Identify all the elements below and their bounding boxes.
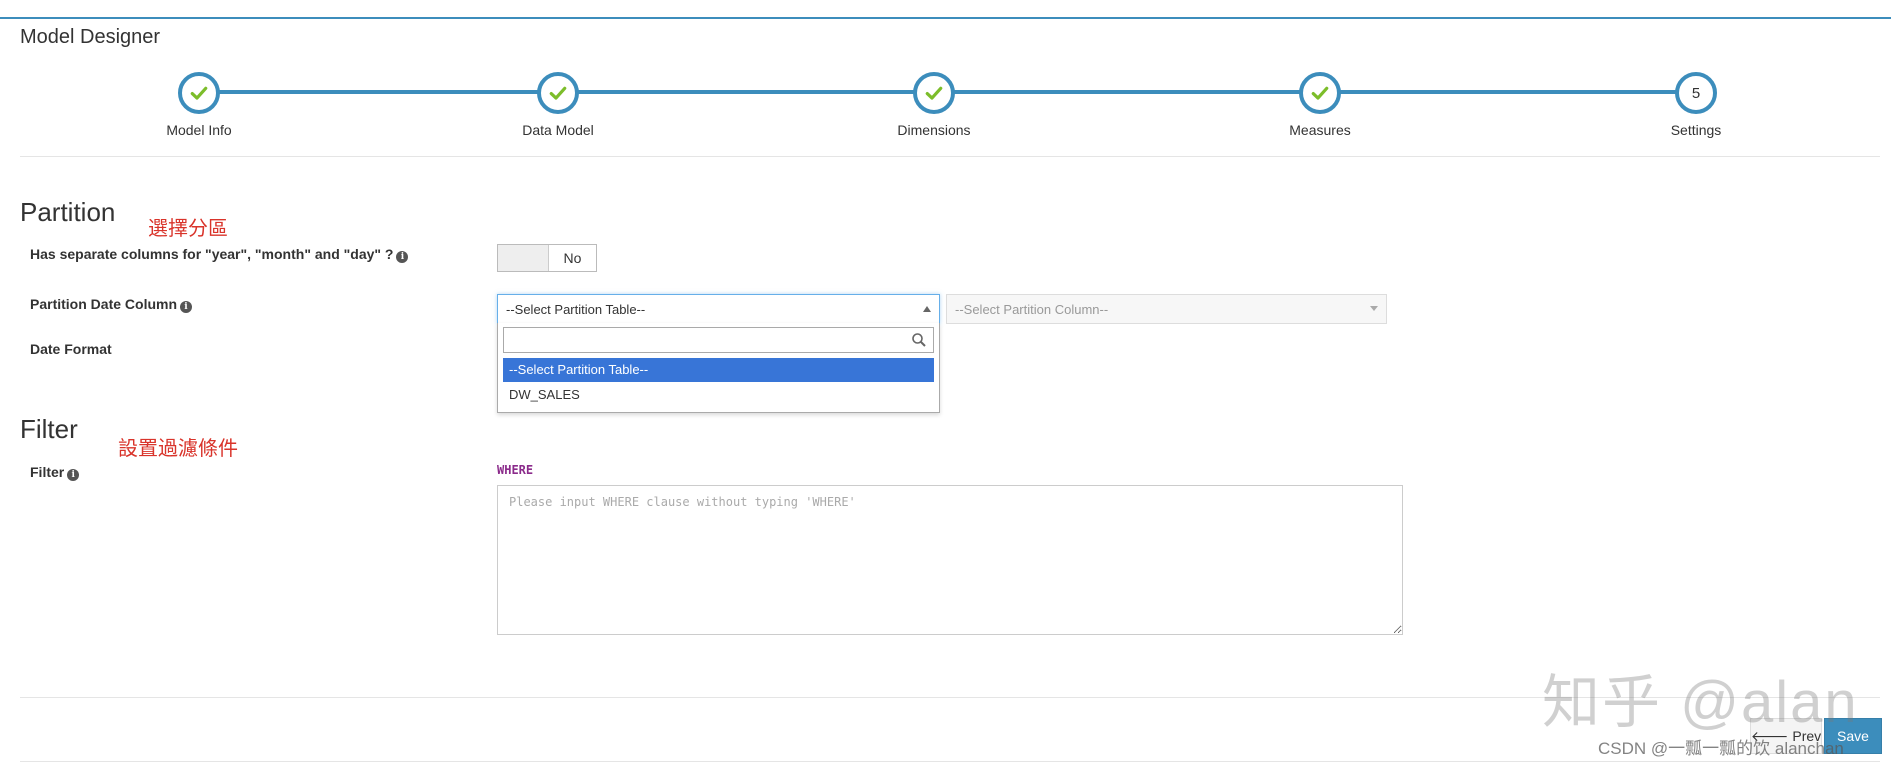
bottom-border	[20, 761, 1880, 762]
step-label: Dimensions	[897, 122, 971, 138]
filter-annotation: 設置過濾條件	[118, 438, 238, 460]
step-number: 5	[1691, 84, 1701, 102]
separate-columns-label-text: Has separate columns for "year", "month"…	[30, 246, 394, 262]
wizard-step-dimensions[interactable]: Dimensions	[834, 72, 1034, 138]
search-icon	[912, 333, 926, 347]
caret-up-icon	[923, 306, 931, 312]
partition-section-title: Partition	[20, 197, 116, 227]
filter-label: Filter i	[30, 464, 80, 481]
filter-label-text: Filter	[30, 464, 65, 480]
check-icon	[549, 86, 567, 100]
step-label: Data Model	[522, 122, 594, 138]
info-icon: i	[396, 251, 409, 263]
step-done-circle	[1299, 72, 1341, 114]
wizard-step-model-info[interactable]: Model Info	[99, 72, 299, 138]
check-icon	[1311, 86, 1329, 100]
partition-table-select-value: --Select Partition Table--	[506, 301, 646, 317]
partition-table-select[interactable]: --Select Partition Table--	[497, 294, 940, 324]
separate-columns-label: Has separate columns for "year", "month"…	[30, 246, 409, 263]
step-done-circle	[537, 72, 579, 114]
partition-column-select[interactable]: --Select Partition Column--	[946, 294, 1387, 324]
where-keyword: WHERE	[497, 463, 534, 477]
step-label: Settings	[1670, 122, 1722, 138]
partition-date-column-label-text: Partition Date Column	[30, 296, 178, 312]
zhihu-watermark: 知乎 @alan	[1542, 670, 1859, 735]
toggle-value: No	[563, 250, 582, 266]
filter-section-title: Filter	[20, 414, 78, 444]
partition-column-select-value: --Select Partition Column--	[955, 301, 1109, 317]
step-current-circle: 5	[1675, 72, 1717, 114]
filter-textarea[interactable]	[497, 485, 1403, 635]
check-icon	[190, 86, 208, 100]
top-border	[0, 17, 1891, 19]
step-label: Measures	[1289, 122, 1351, 138]
wizard-step-data-model[interactable]: Data Model	[458, 72, 658, 138]
wizard-step-settings[interactable]: 5 Settings	[1596, 72, 1796, 138]
toggle-handle	[498, 245, 549, 271]
step-done-circle	[913, 72, 955, 114]
wizard-step-measures[interactable]: Measures	[1220, 72, 1420, 138]
wizard-divider	[20, 156, 1880, 157]
csdn-watermark: CSDN @一瓢一瓢的饮 alanchan	[1598, 739, 1844, 758]
info-icon: i	[67, 469, 80, 481]
page-title: Model Designer	[20, 26, 161, 48]
partition-table-dropdown: --Select Partition Table-- DW_SALES	[497, 323, 940, 413]
info-icon: i	[180, 301, 193, 313]
check-icon	[925, 86, 943, 100]
step-label: Model Info	[166, 122, 232, 138]
step-done-circle	[178, 72, 220, 114]
caret-down-icon	[1370, 306, 1378, 311]
partition-annotation: 選擇分區	[148, 218, 228, 240]
partition-date-column-label: Partition Date Column i	[30, 296, 193, 313]
separate-columns-toggle[interactable]: No	[497, 244, 597, 272]
dropdown-search-input[interactable]	[503, 327, 934, 353]
date-format-label: Date Format	[30, 341, 112, 357]
dropdown-option[interactable]: DW_SALES	[503, 383, 934, 407]
dropdown-option-selected[interactable]: --Select Partition Table--	[503, 358, 934, 382]
